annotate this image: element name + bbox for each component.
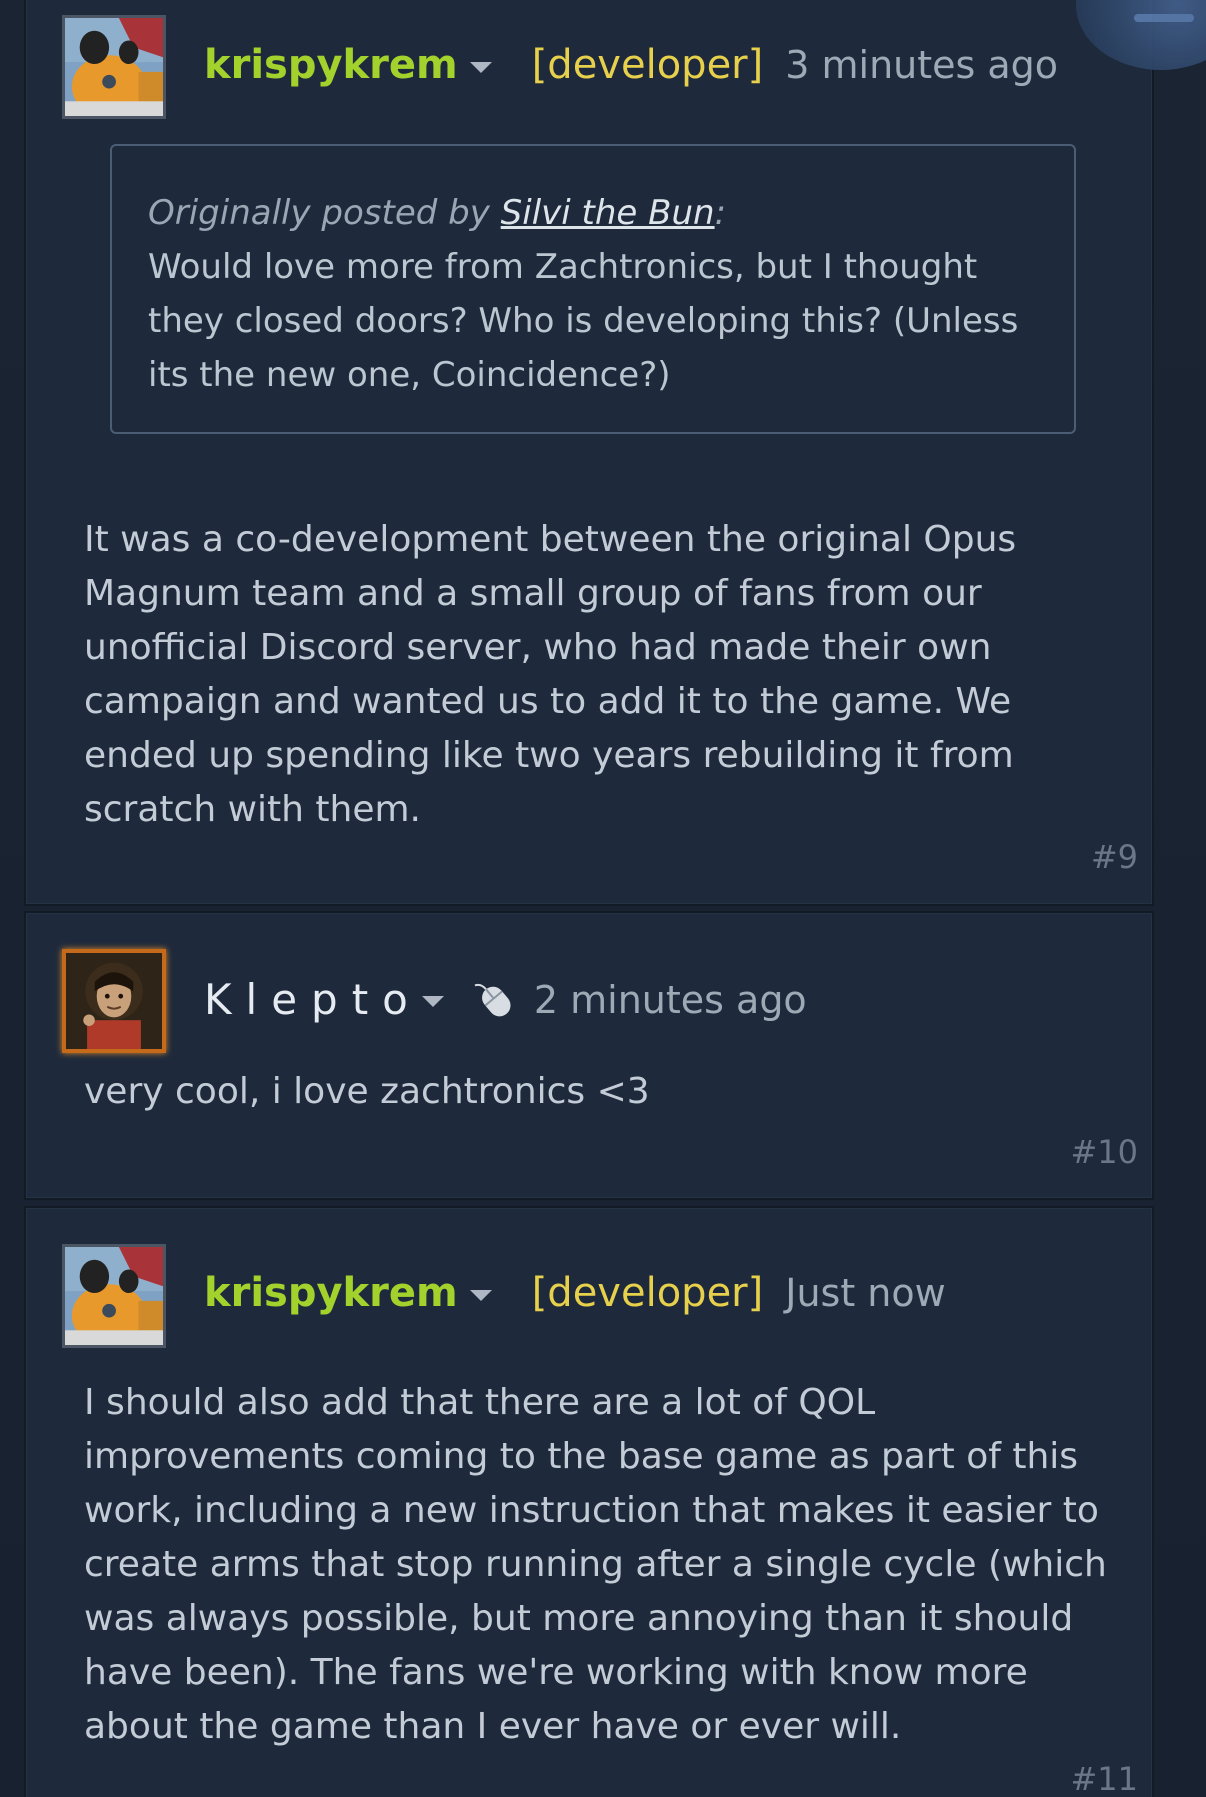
user-avatar[interactable]: [62, 15, 166, 119]
comment-post: krispykrem [developer] 3 minutes ago Ori…: [24, 0, 1154, 906]
user-avatar[interactable]: [62, 1244, 166, 1348]
post-body: very cool, i love zachtronics <3: [84, 1071, 650, 1112]
mouse-icon: [474, 983, 511, 1016]
quote-author-link[interactable]: Silvi the Bun: [501, 193, 715, 233]
post-header: krispykrem [developer] 3 minutes ago: [204, 42, 1058, 88]
post-body: I should also add that there are a lot o…: [84, 1382, 1107, 1747]
discussion-thread: krispykrem [developer] 3 minutes ago Ori…: [0, 0, 1206, 1797]
post-number-link[interactable]: #10: [1070, 1133, 1138, 1171]
post-header: Klepto 2 minutes ago: [204, 975, 807, 1024]
username-link[interactable]: krispykrem: [204, 1270, 458, 1316]
developer-badge: [developer]: [531, 42, 764, 88]
post-number-link[interactable]: #9: [1091, 838, 1138, 876]
quote-attribution-suffix: :: [714, 193, 727, 233]
chevron-down-icon[interactable]: [421, 996, 444, 1007]
post-timestamp: 3 minutes ago: [785, 43, 1059, 87]
post-timestamp: Just now: [785, 1271, 946, 1315]
comment-post: krispykrem [developer] Just now I should…: [24, 1206, 1154, 1797]
developer-badge: [developer]: [531, 1270, 764, 1316]
chevron-down-icon[interactable]: [469, 61, 492, 73]
avatar-image: [65, 18, 163, 116]
post-body: It was a co-development between the orig…: [84, 519, 1017, 830]
quote-attribution-prefix: Originally posted by: [148, 193, 501, 233]
comment-post: Klepto 2 minutes ago very cool, i love z…: [24, 911, 1154, 1200]
username-link[interactable]: Klepto: [204, 975, 422, 1024]
user-avatar[interactable]: [62, 949, 166, 1053]
avatar-image: [66, 953, 162, 1049]
avatar-image: [65, 1247, 163, 1345]
post-number-link[interactable]: #11: [1070, 1760, 1138, 1797]
menu-bar-icon: [1134, 14, 1194, 22]
post-timestamp: 2 minutes ago: [533, 977, 807, 1022]
quote-text: Would love more from Zachtronics, but I …: [148, 247, 1019, 395]
chevron-down-icon[interactable]: [469, 1289, 492, 1301]
quote-block: Originally posted by Silvi the Bun: Woul…: [110, 144, 1076, 434]
post-header: krispykrem [developer] Just now: [204, 1270, 946, 1316]
username-link[interactable]: krispykrem: [204, 42, 458, 88]
